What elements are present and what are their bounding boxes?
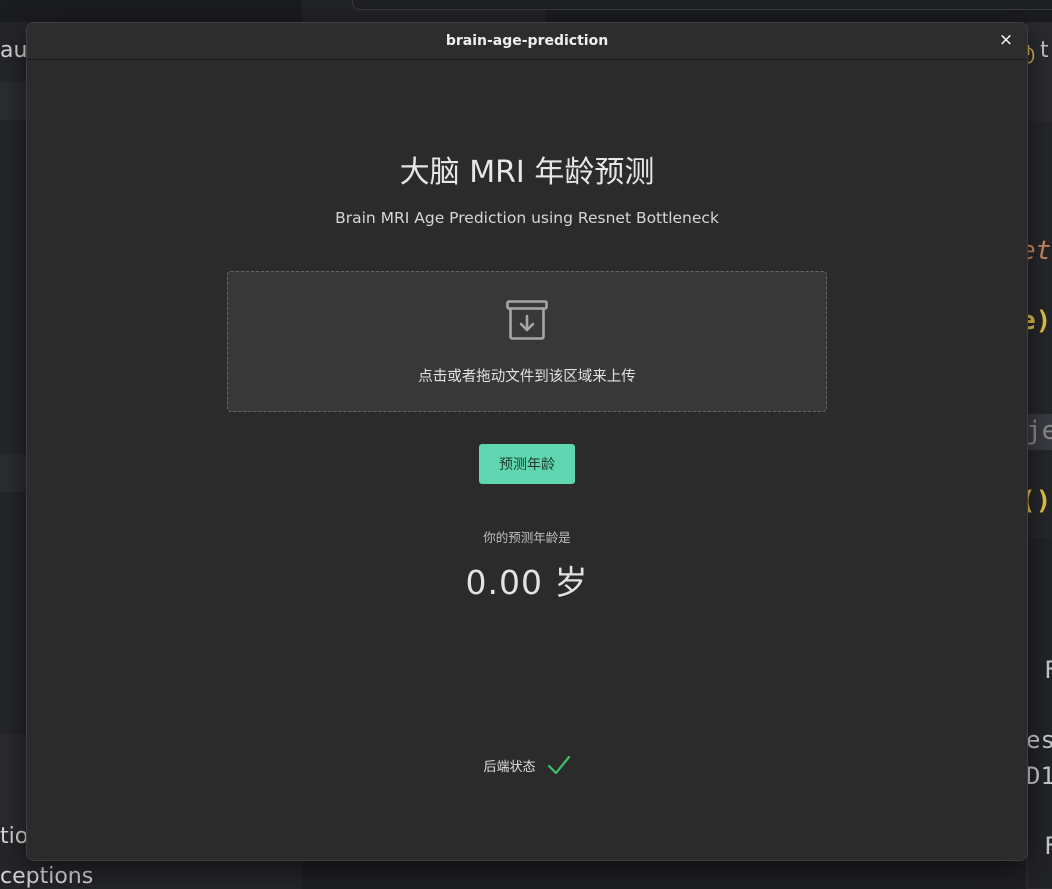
app-window: brain-age-prediction × 大脑 MRI 年龄预测 Brain…	[26, 22, 1028, 861]
window-title: brain-age-prediction	[445, 33, 609, 49]
page-subtitle: Brain MRI Age Prediction using Resnet Bo…	[335, 209, 719, 227]
backend-status-label: 后端状态	[483, 759, 536, 775]
background-code: D1	[1026, 762, 1052, 790]
close-button[interactable]: ×	[995, 29, 1017, 51]
page-title: 大脑 MRI 年龄预测	[399, 155, 655, 190]
background-code: F	[1044, 656, 1052, 684]
background-search-bar	[352, 0, 1052, 10]
background-text: t	[1040, 38, 1049, 63]
background-topbar	[0, 0, 1052, 23]
predict-age-button[interactable]: 预测年龄	[479, 444, 575, 484]
window-titlebar[interactable]: brain-age-prediction ×	[27, 23, 1027, 60]
background-right-panel	[1026, 22, 1052, 889]
backend-status: 后端状态	[27, 754, 1027, 776]
background-text: au	[0, 38, 28, 63]
background-code: es	[1026, 726, 1052, 754]
dropzone-hint: 点击或者拖动文件到该区域来上传	[418, 369, 636, 385]
main-content: 大脑 MRI 年龄预测 Brain MRI Age Prediction usi…	[27, 61, 1027, 860]
background-text: ceptions	[0, 864, 94, 889]
upload-dropzone[interactable]: 点击或者拖动文件到该区域来上传	[227, 271, 827, 412]
background-code: F	[1044, 832, 1052, 860]
check-icon	[547, 755, 570, 775]
background-text: tio	[0, 824, 29, 849]
background-code: je	[1026, 416, 1052, 446]
result-label: 你的预测年龄是	[483, 530, 571, 545]
predicted-age-value: 0.00 岁	[465, 563, 589, 602]
inbox-download-icon	[506, 300, 548, 340]
